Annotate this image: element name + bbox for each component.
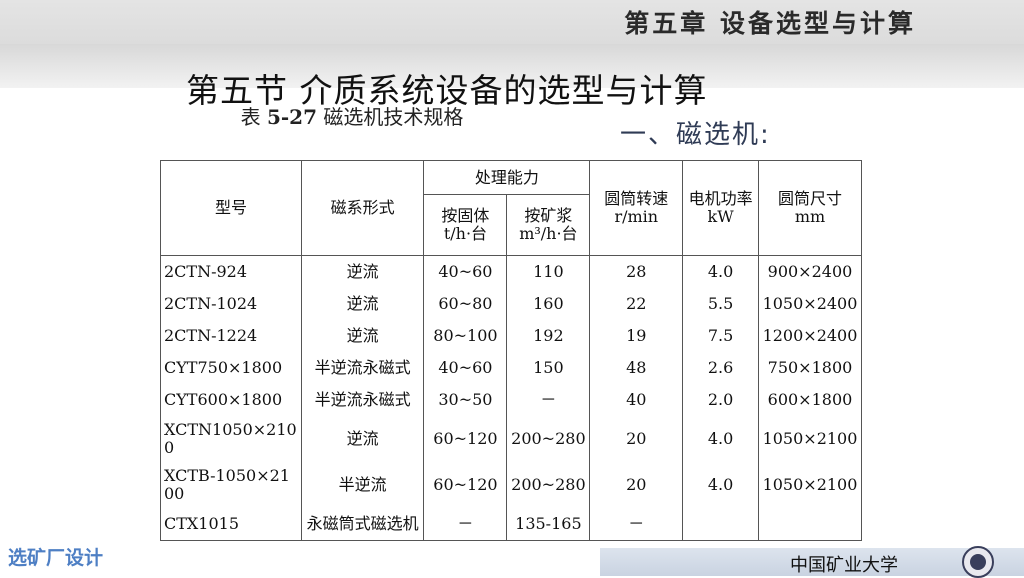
cell-model: 2CTN-1024	[160, 288, 302, 320]
university-name: 中国矿业大学	[790, 555, 898, 576]
cell-power: 4.0	[682, 462, 759, 508]
col-model-header: 型号	[160, 160, 302, 256]
cell-type: 逆流	[300, 416, 425, 462]
table-row: 2CTN-924 逆流 40~60 110 28 4.0 900×2400	[160, 255, 863, 288]
col-size-header: 圆筒尺寸 mm	[757, 160, 863, 256]
solid-label: 按固体	[441, 206, 490, 225]
university-emblem-icon	[962, 546, 994, 578]
chapter-title: 第五章 设备选型与计算	[624, 9, 916, 38]
cell-type: 半逆流永磁式	[300, 352, 425, 384]
cell-size: 1050×2100	[757, 416, 863, 462]
cell-model: 2CTN-1224	[160, 320, 302, 352]
cell-speed: 20	[589, 416, 684, 462]
cell-size: 750×1800	[757, 352, 863, 384]
cell-solid: 60~120	[423, 416, 508, 462]
table-row: 2CTN-1024 逆流 60~80 160 22 5.5 1050×2400	[160, 288, 863, 320]
cell-size: 1050×2100	[757, 462, 863, 508]
cell-type: 逆流	[300, 320, 425, 352]
cell-model: CTX1015	[160, 508, 302, 541]
cell-model: CYT600×1800	[160, 384, 302, 416]
cell-solid: 40~60	[423, 255, 508, 288]
cell-solid: 60~120	[423, 462, 508, 508]
cell-pulp: 150	[506, 352, 591, 384]
cell-model: XCTB-1050×2100	[160, 462, 302, 508]
subheading: 一、磁选机:	[620, 120, 771, 150]
cell-solid: 40~60	[423, 352, 508, 384]
cell-type: 逆流	[300, 255, 425, 288]
cell-solid: 80~100	[423, 320, 508, 352]
col-solid-header: 按固体 t/h·台	[423, 194, 508, 256]
cell-pulp: 200~280	[506, 416, 591, 462]
table-row: XCTN1050×2100 逆流 60~120 200~280 20 4.0 1…	[160, 416, 863, 462]
speed-unit: r/min	[614, 207, 659, 226]
cell-solid: －	[423, 508, 508, 541]
cell-pulp: 135-165	[506, 508, 591, 541]
cell-speed: 22	[589, 288, 684, 320]
table-row: XCTB-1050×2100 半逆流 60~120 200~280 20 4.0…	[160, 462, 863, 508]
section-title: 第五节 介质系统设备的选型与计算	[186, 71, 708, 110]
cell-type: 永磁筒式磁选机	[300, 508, 425, 541]
cell-type: 半逆流永磁式	[300, 384, 425, 416]
cell-pulp: 192	[506, 320, 591, 352]
cell-power: 2.0	[682, 384, 759, 416]
cell-size: 900×2400	[757, 255, 863, 288]
spec-table: 型号 磁系形式 处理能力 圆筒转速 r/min 电机功率 kW 圆筒尺寸 mm …	[160, 160, 863, 541]
cell-power: 7.5	[682, 320, 759, 352]
pulp-unit: m³/h·台	[519, 224, 578, 243]
cell-speed: －	[589, 508, 684, 541]
table-row: CYT600×1800 半逆流永磁式 30~50 － 40 2.0 600×18…	[160, 384, 863, 416]
course-logo: 选矿厂设计	[8, 547, 104, 569]
col-power-header: 电机功率 kW	[682, 160, 759, 256]
cell-speed: 28	[589, 255, 684, 288]
cell-speed: 20	[589, 462, 684, 508]
col-capacity-header: 处理能力	[423, 160, 591, 195]
cell-power: 2.6	[682, 352, 759, 384]
cell-power: 4.0	[682, 255, 759, 288]
power-label: 电机功率	[688, 189, 753, 208]
size-unit: mm	[794, 207, 826, 226]
cell-size	[757, 508, 863, 541]
cell-model: CYT750×1800	[160, 352, 302, 384]
cell-size: 1200×2400	[757, 320, 863, 352]
cell-model: 2CTN-924	[160, 255, 302, 288]
col-pulp-header: 按矿浆 m³/h·台	[506, 194, 591, 256]
solid-unit: t/h·台	[443, 224, 488, 243]
cell-power	[682, 508, 759, 541]
cell-speed: 40	[589, 384, 684, 416]
power-unit: kW	[707, 207, 734, 226]
cell-solid: 60~80	[423, 288, 508, 320]
col-speed-header: 圆筒转速 r/min	[589, 160, 684, 256]
cell-size: 600×1800	[757, 384, 863, 416]
col-type-header: 磁系形式	[300, 160, 425, 256]
cell-pulp: －	[506, 384, 591, 416]
cell-type: 半逆流	[300, 462, 425, 508]
speed-label: 圆筒转速	[604, 189, 669, 208]
size-label: 圆筒尺寸	[777, 189, 842, 208]
cell-power: 4.0	[682, 416, 759, 462]
cell-power: 5.5	[682, 288, 759, 320]
cell-solid: 30~50	[423, 384, 508, 416]
cell-pulp: 110	[506, 255, 591, 288]
cell-pulp: 200~280	[506, 462, 591, 508]
cell-size: 1050×2400	[757, 288, 863, 320]
cell-speed: 48	[589, 352, 684, 384]
pulp-label: 按矿浆	[524, 206, 573, 225]
table-row: 2CTN-1224 逆流 80~100 192 19 7.5 1200×2400	[160, 320, 863, 352]
cell-model: XCTN1050×2100	[160, 416, 302, 462]
table-row: CTX1015 永磁筒式磁选机 － 135-165 －	[160, 508, 863, 541]
cell-speed: 19	[589, 320, 684, 352]
table-row: CYT750×1800 半逆流永磁式 40~60 150 48 2.6 750×…	[160, 352, 863, 384]
cell-type: 逆流	[300, 288, 425, 320]
cell-pulp: 160	[506, 288, 591, 320]
